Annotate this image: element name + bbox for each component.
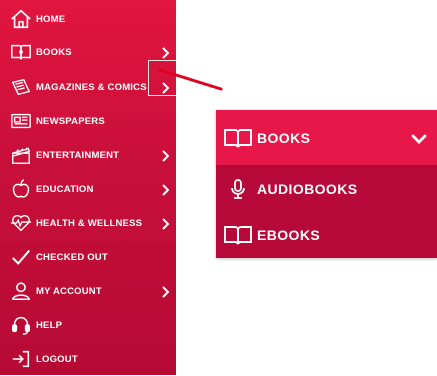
callout-arrow <box>158 68 223 91</box>
sidebar-item-education[interactable]: EDUCATION <box>0 172 176 206</box>
submenu-item-label: AUDIOBOOKS <box>257 180 358 197</box>
chevron-right-icon <box>160 149 170 162</box>
sidebar-nav: HOME BOOKS MAGAZINES & COMICS NEWSPAPERS… <box>0 0 176 375</box>
heartbeat-icon <box>9 211 33 235</box>
headset-icon <box>9 313 33 337</box>
logout-icon <box>9 347 33 371</box>
microphone-icon <box>222 177 254 201</box>
newspaper-icon <box>9 109 33 133</box>
sidebar-item-label: EDUCATION <box>36 183 94 195</box>
sidebar-item-label: ENTERTAINMENT <box>36 149 120 161</box>
sidebar-item-checked-out[interactable]: CHECKED OUT <box>0 240 176 274</box>
home-icon <box>9 7 33 31</box>
checkmark-icon <box>9 245 33 269</box>
sidebar-item-label: BOOKS <box>36 46 72 58</box>
sidebar-item-label: MAGAZINES & COMICS <box>36 81 147 93</box>
user-icon <box>9 279 33 303</box>
sidebar-item-health-wellness[interactable]: HEALTH & WELLNESS <box>0 206 176 240</box>
apple-icon <box>9 177 33 201</box>
sidebar-item-label: HELP <box>36 319 63 331</box>
chevron-right-icon <box>160 46 170 59</box>
books-submenu-panel: BOOKS AUDIOBOOKS EBOOKS <box>216 110 437 258</box>
submenu-item-ebooks[interactable]: EBOOKS <box>216 212 437 258</box>
magazine-icon <box>9 75 33 99</box>
book-icon <box>222 223 254 247</box>
book-icon <box>222 126 254 150</box>
sidebar-item-entertainment[interactable]: ENTERTAINMENT <box>0 138 176 172</box>
submenu-item-label: EBOOKS <box>257 227 321 243</box>
submenu-header-books[interactable]: BOOKS <box>216 110 437 165</box>
chevron-right-icon <box>160 183 170 196</box>
chevron-right-icon <box>160 285 170 298</box>
sidebar-item-label: HEALTH & WELLNESS <box>36 217 143 229</box>
sidebar-item-my-account[interactable]: MY ACCOUNT <box>0 274 176 308</box>
sidebar-item-logout[interactable]: LOGOUT <box>0 342 176 376</box>
chevron-right-icon <box>160 217 170 230</box>
sidebar-item-label: CHECKED OUT <box>36 251 108 263</box>
sidebar-item-home[interactable]: HOME <box>0 2 176 36</box>
sidebar-item-label: LOGOUT <box>36 353 78 365</box>
sidebar-item-label: MY ACCOUNT <box>36 285 102 297</box>
sidebar-item-help[interactable]: HELP <box>0 308 176 342</box>
clapperboard-icon <box>9 143 33 167</box>
sidebar-item-label: NEWSPAPERS <box>36 115 105 127</box>
sidebar-item-label: HOME <box>36 13 66 25</box>
chevron-down-icon[interactable] <box>411 132 427 144</box>
submenu-item-audiobooks[interactable]: AUDIOBOOKS <box>216 165 437 212</box>
sidebar-item-newspapers[interactable]: NEWSPAPERS <box>0 104 176 138</box>
submenu-title: BOOKS <box>257 129 311 146</box>
book-icon <box>9 40 33 64</box>
